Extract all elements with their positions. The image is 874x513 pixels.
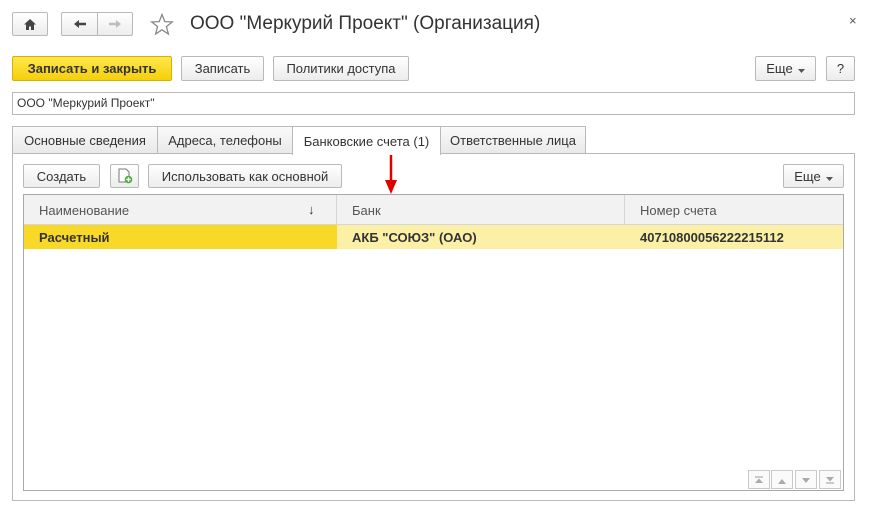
scroll-down-button[interactable] — [795, 470, 817, 489]
annotation-arrow-icon — [383, 150, 399, 198]
create-button[interactable]: Создать — [23, 164, 100, 188]
use-as-main-button[interactable]: Использовать как основной — [148, 164, 342, 188]
chevron-down-icon — [797, 61, 805, 76]
bank-accounts-table: Наименование ↓ Банк Номер счета Расчетны… — [23, 194, 844, 491]
home-button[interactable] — [12, 12, 48, 36]
arrow-down-icon — [801, 472, 811, 487]
arrow-left-icon — [73, 19, 87, 29]
sort-down-icon: ↓ — [308, 202, 315, 217]
accounts-more-button[interactable]: Еще — [783, 164, 844, 188]
star-icon[interactable] — [149, 12, 175, 39]
arrow-right-icon — [108, 19, 122, 29]
arrow-up-icon — [777, 472, 787, 487]
cell-account-name[interactable]: Расчетный — [24, 225, 337, 249]
access-policies-button[interactable]: Политики доступа — [273, 56, 409, 81]
table-header: Наименование ↓ Банк Номер счета — [24, 195, 843, 225]
tab-bank-accounts[interactable]: Банковские счета (1) — [292, 126, 441, 155]
organization-name-field[interactable]: ООО "Меркурий Проект" — [12, 92, 855, 115]
chevron-down-icon — [825, 169, 833, 184]
first-page-icon — [754, 472, 764, 487]
tab-main-info[interactable]: Основные сведения — [12, 126, 158, 154]
last-page-icon — [825, 472, 835, 487]
back-button[interactable] — [61, 12, 97, 36]
table-row[interactable]: Расчетный АКБ "СОЮЗ" (ОАО) 4071080005622… — [24, 225, 843, 249]
scroll-up-button[interactable] — [771, 470, 793, 489]
tab-addresses-phones[interactable]: Адреса, телефоны — [157, 126, 293, 154]
accounts-more-label: Еще — [794, 168, 821, 184]
window-title: ООО "Меркурий Проект" (Организация) — [190, 13, 541, 34]
more-button-label: Еще — [766, 61, 793, 76]
copy-button[interactable] — [110, 164, 139, 188]
column-header-bank[interactable]: Банк — [337, 195, 625, 225]
column-header-name[interactable]: Наименование ↓ — [24, 195, 337, 225]
home-icon — [23, 18, 37, 31]
add-document-icon — [117, 168, 133, 184]
tab-responsible-persons[interactable]: Ответственные лица — [440, 126, 586, 154]
close-icon[interactable]: × — [849, 13, 857, 28]
scroll-first-button[interactable] — [748, 470, 770, 489]
column-header-name-label: Наименование — [39, 202, 130, 218]
scroll-last-button[interactable] — [819, 470, 841, 489]
more-button[interactable]: Еще — [755, 56, 816, 81]
forward-button[interactable] — [97, 12, 133, 36]
save-and-close-button[interactable]: Записать и закрыть — [12, 56, 172, 81]
cell-account-number[interactable]: 40710800056222215112 — [625, 225, 843, 249]
column-header-account-number[interactable]: Номер счета — [625, 195, 843, 225]
help-button[interactable]: ? — [826, 56, 855, 81]
save-button[interactable]: Записать — [181, 56, 264, 81]
cell-bank[interactable]: АКБ "СОЮЗ" (ОАО) — [337, 225, 625, 249]
